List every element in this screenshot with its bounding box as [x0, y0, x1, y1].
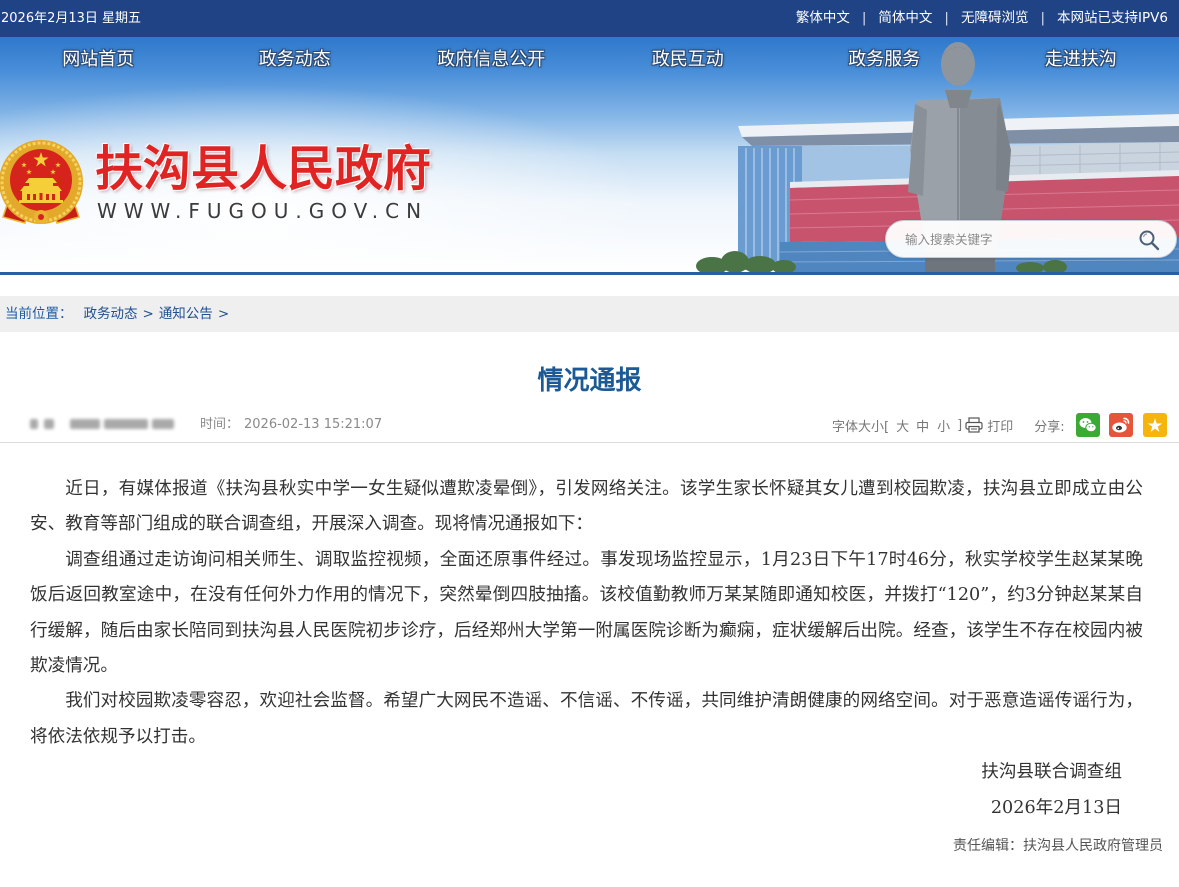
banner-bottom-line	[0, 272, 1179, 275]
breadcrumb: 当前位置： 政务动态 > 通知公告 >	[0, 296, 1179, 332]
link-separator: |	[1040, 10, 1046, 26]
breadcrumb-prefix: 当前位置：	[5, 306, 73, 322]
meta-divider	[0, 442, 1179, 443]
font-size-medium[interactable]: 中	[916, 416, 929, 435]
nav-item-public-interaction[interactable]: 政民互动	[590, 37, 787, 83]
article-paragraph: 调查组通过走访询问相关师生、调取监控视频，全面还原事件经过。事发现场监控显示，1…	[30, 549, 1143, 677]
search-input[interactable]	[905, 221, 1135, 257]
font-size-small[interactable]: 小	[937, 416, 950, 435]
article-title: 情况通报	[537, 366, 642, 396]
nav-item-government-news[interactable]: 政务动态	[197, 37, 394, 83]
site-title: 扶沟县人民政府	[95, 141, 432, 197]
link-ipv6-support[interactable]: 本网站已支持IPV6	[1057, 0, 1168, 37]
top-bar: 2026年2月13日 星期五 繁体中文 | 简体中文 | 无障碍浏览 | 本网站…	[0, 0, 1179, 37]
site-banner: 网站首页 政务动态 政府信息公开 政民互动 政务服务 走进扶沟 扶沟县人民政府 …	[0, 37, 1179, 273]
responsible-editor: 责任编辑：扶沟县人民政府管理员	[953, 838, 1163, 855]
link-simplified-chinese[interactable]: 简体中文	[878, 0, 932, 37]
publish-time-value: 2026-02-13 15:21:07	[244, 417, 383, 432]
main-nav: 网站首页 政务动态 政府信息公开 政民互动 政务服务 走进扶沟	[0, 37, 1179, 83]
national-emblem-icon	[0, 140, 83, 224]
breadcrumb-item-government-news[interactable]: 政务动态	[84, 306, 138, 322]
wechat-icon[interactable]	[1075, 413, 1100, 437]
font-size-label: 字体大小[	[832, 419, 890, 435]
article-paragraph: 我们对校园欺凌零容忍，欢迎社会监督。希望广大网民不造谣、不信谣、不传谣，共同维护…	[30, 691, 1143, 747]
printer-icon	[965, 417, 983, 433]
publish-time-label: 时间：	[200, 417, 240, 432]
link-separator: |	[944, 10, 949, 26]
article-tools: 字体大小[ 大 中 小 ] 打印 分享:	[832, 413, 1167, 437]
article-paragraph: 近日，有媒体报道《扶沟县秋实中学一女生疑似遭欺凌晕倒》，引发网络关注。该学生家长…	[30, 479, 1143, 535]
signature-date: 2026年2月13日	[990, 797, 1122, 818]
link-traditional-chinese[interactable]: 繁体中文	[796, 0, 850, 37]
breadcrumb-separator: >	[217, 306, 230, 322]
page: 2026年2月13日 星期五 繁体中文 | 简体中文 | 无障碍浏览 | 本网站…	[0, 0, 1179, 887]
blurred-source-info	[30, 417, 176, 431]
weibo-icon[interactable]	[1108, 413, 1133, 437]
signature-organization: 扶沟县联合调查组	[981, 762, 1122, 783]
current-date: 2026年2月13日 星期五	[1, 11, 142, 26]
font-size-bracket-close: ]	[957, 417, 963, 433]
share-label: 分享:	[1034, 419, 1065, 435]
nav-item-information-disclosure[interactable]: 政府信息公开	[393, 37, 590, 83]
search-icon[interactable]	[1138, 229, 1160, 251]
print-label: 打印	[987, 419, 1014, 435]
breadcrumb-item-notices[interactable]: 通知公告	[159, 306, 213, 322]
font-size-large[interactable]: 大	[896, 416, 909, 435]
nav-item-home[interactable]: 网站首页	[0, 37, 197, 83]
nav-item-government-services[interactable]: 政务服务	[786, 37, 983, 83]
article-body: 近日，有媒体报道《扶沟县秋实中学一女生疑似遭欺凌晕倒》，引发网络关注。该学生家长…	[30, 472, 1163, 856]
link-accessibility[interactable]: 无障碍浏览	[961, 0, 1029, 37]
publish-time: 时间： 2026-02-13 15:21:07	[200, 417, 382, 433]
search-box	[885, 220, 1177, 258]
top-links: 繁体中文 | 简体中文 | 无障碍浏览 | 本网站已支持IPV6	[796, 0, 1168, 37]
link-separator: |	[861, 10, 867, 26]
breadcrumb-separator: >	[142, 306, 154, 322]
favorite-star-icon[interactable]	[1142, 413, 1167, 437]
site-url: WWW.FUGOU.GOV.CN	[97, 199, 429, 223]
print-button[interactable]: 打印	[965, 416, 1013, 435]
nav-item-about-fugou[interactable]: 走进扶沟	[983, 37, 1179, 83]
